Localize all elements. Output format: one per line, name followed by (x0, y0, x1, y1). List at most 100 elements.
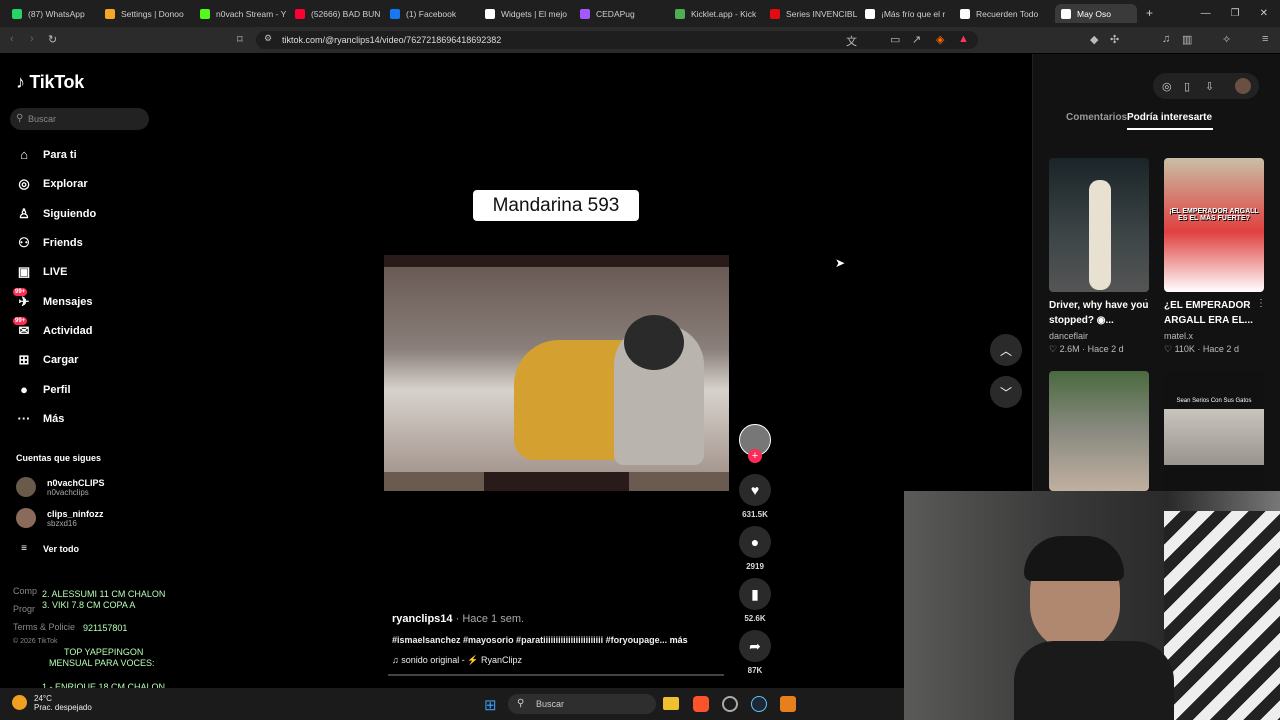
maximize-icon[interactable]: ❐ (1231, 8, 1240, 19)
following-account[interactable]: n0vachCLIPS n0vachclips (16, 477, 105, 497)
media-icon[interactable]: ♫ (1162, 33, 1170, 45)
tab-label: CEDAPug (596, 8, 635, 19)
browser-tab[interactable]: Series INVENCIBL (770, 4, 858, 23)
minimize-icon[interactable]: — (1201, 8, 1211, 19)
profile-avatar[interactable] (1235, 78, 1251, 94)
video-thumbnail[interactable] (1049, 158, 1149, 292)
follow-plus-icon[interactable]: + (748, 449, 762, 463)
taskbar-search[interactable]: ⚲ Buscar (508, 694, 656, 714)
brave-rewards-icon[interactable]: ▲ (958, 33, 969, 45)
extension-icon[interactable]: ◆ (1090, 33, 1098, 46)
nav-icon: ♙ (18, 206, 30, 221)
overlay-text: TOP YAPEPINGON (64, 647, 144, 657)
overlay-text: MENSUAL PARA VOCES: (49, 658, 155, 668)
reload-icon[interactable]: ↻ (48, 33, 57, 46)
video-player[interactable] (384, 255, 729, 491)
sidebar-item-siguiendo[interactable]: ♙ Siguiendo (16, 206, 96, 222)
video-progress-bar[interactable] (388, 674, 724, 676)
browser-tab[interactable]: (87) WhatsApp (12, 4, 100, 23)
brave-icon[interactable] (693, 696, 709, 712)
puzzle-icon[interactable]: ✣ (1110, 33, 1119, 46)
tab-comments[interactable]: Comentarios (1066, 112, 1127, 123)
browser-tab[interactable]: May Oso (1055, 4, 1137, 23)
sidebar-item-cargar[interactable]: ⊞ Cargar (16, 352, 79, 368)
address-bar[interactable]: tiktok.com/@ryanclips14/video/7627218696… (256, 31, 978, 49)
bookmark-icon[interactable]: ⌑ (237, 33, 243, 46)
see-all-link[interactable]: ≡ Ver todo (16, 543, 79, 554)
weather-widget[interactable]: 24°C Prac. despejado (34, 694, 92, 712)
card-title[interactable]: ¿EL EMPERADOR ARGALL ERA EL... (1164, 298, 1264, 328)
sidebar-item-ms[interactable]: ··· Más (16, 411, 65, 426)
share-icon[interactable]: ↗ (912, 33, 921, 46)
card-author[interactable]: danceflair (1049, 331, 1088, 341)
sound-label: sonido original - ⚡ RyanClipz (401, 655, 523, 665)
new-tab-button[interactable]: + (1146, 6, 1153, 20)
steam-icon[interactable] (751, 696, 767, 712)
footer-link[interactable]: Progr (13, 604, 35, 614)
overlay-text: 3. VIKI 7.8 CM COPA A (42, 600, 136, 610)
browser-tab[interactable]: n0vach Stream - Y (200, 4, 288, 23)
following-account[interactable]: clips_ninfozz sbzxd16 (16, 508, 104, 528)
sidebar-item-perfil[interactable]: ● Perfil (16, 382, 70, 397)
site-info-icon[interactable]: ⚙ (264, 33, 272, 44)
leo-icon[interactable]: ✧ (1222, 33, 1231, 46)
search-input[interactable]: ⚲ Buscar (10, 108, 149, 130)
comment-button[interactable]: ● 2919 (739, 526, 771, 571)
browser-tab[interactable]: Widgets | El mejo (485, 4, 573, 23)
cast-icon[interactable]: ▭ (890, 33, 900, 46)
menu-icon[interactable]: ≡ (1262, 33, 1268, 45)
footer-link[interactable]: Terms & Policie (13, 622, 75, 632)
windows-start-icon[interactable]: ⊞ (484, 696, 497, 714)
tiktok-logo[interactable]: ♪ TikTok (16, 72, 84, 93)
sidebar-item-actividad[interactable]: 99+ ✉ Actividad (13, 317, 93, 339)
sidebar-item-explorar[interactable]: ◎ Explorar (16, 176, 87, 192)
like-button[interactable]: ♥ 631.5K (739, 474, 771, 519)
browser-tab[interactable]: Recuerden Todo (960, 4, 1048, 23)
compass-icon[interactable]: ◎ (1162, 80, 1172, 93)
browser-tab[interactable]: (52666) BAD BUN (295, 4, 383, 23)
share-button[interactable]: ➦ 87K (739, 630, 771, 675)
previous-video-button[interactable]: ︿ (990, 334, 1022, 366)
app-icon[interactable] (780, 696, 796, 712)
device-icon[interactable]: ▯ (1184, 80, 1190, 93)
more-options-icon[interactable]: ⋮ (1141, 298, 1151, 309)
translate-icon[interactable]: 文 (846, 33, 857, 49)
download-icon[interactable]: ⇩ (1205, 80, 1214, 93)
browser-tab[interactable]: (1) Facebook (390, 4, 478, 23)
sidebar-item-parati[interactable]: ⌂ Para ti (16, 147, 77, 162)
next-video-button[interactable]: ﹀ (990, 376, 1022, 408)
video-thumbnail[interactable]: ¡EL EMPERADOR ARGALL ES EL MÁS FUERTE? (1164, 158, 1264, 292)
app-icon[interactable] (722, 696, 738, 712)
video-thumbnail[interactable]: Sean Serios Con Sus Gatos (1164, 371, 1264, 491)
card-title[interactable]: Driver, why have you stopped? ◉... (1049, 298, 1149, 328)
browser-tab[interactable]: Settings | Donoo (105, 4, 193, 23)
back-icon[interactable]: ‹ (10, 33, 14, 45)
card-author[interactable]: matel.x (1164, 331, 1193, 341)
sidebar-item-live[interactable]: ▣ LIVE (16, 264, 68, 280)
weather-icon[interactable] (12, 695, 27, 710)
more-options-icon[interactable]: ⋮ (1256, 298, 1266, 309)
sidebar-item-label: Cargar (43, 354, 79, 366)
browser-tab[interactable]: Kicklet.app - Kick (675, 4, 763, 23)
video-thumbnail[interactable] (1049, 371, 1149, 491)
file-explorer-icon[interactable] (663, 697, 679, 710)
tab-label: Recuerden Todo (976, 8, 1039, 19)
sidebar-item-mensajes[interactable]: 99+ ✈ Mensajes (13, 288, 93, 310)
save-button[interactable]: ▮ 52.6K (739, 578, 771, 623)
account-user: n0vachclips (47, 487, 89, 497)
close-icon[interactable]: ✕ (1260, 8, 1268, 19)
forward-icon[interactable]: › (30, 33, 34, 45)
nav-icon: ✉ (18, 323, 30, 338)
tab-interest[interactable]: Podría interesarte (1127, 112, 1212, 123)
hashtags[interactable]: #ismaelsanchez #mayosorio #parati​iiiiii… (392, 635, 667, 645)
sidebar-icon[interactable]: ▥ (1182, 33, 1192, 46)
browser-tab[interactable]: CEDAPug (580, 4, 668, 23)
footer-link[interactable]: Comp (13, 586, 37, 596)
browser-tab[interactable]: ¡Más frío que el r (865, 4, 953, 23)
video-author[interactable]: ryanclips14 · Hace 1 sem. (392, 613, 524, 625)
brave-shield-icon[interactable]: ◈ (936, 33, 944, 46)
heart-icon: ♥ (739, 474, 771, 506)
more-link[interactable]: más (670, 635, 688, 645)
sound-link[interactable]: ♫ sonido original - ⚡ RyanClipz (392, 655, 522, 666)
sidebar-item-friends[interactable]: ⚇ Friends (16, 235, 83, 251)
